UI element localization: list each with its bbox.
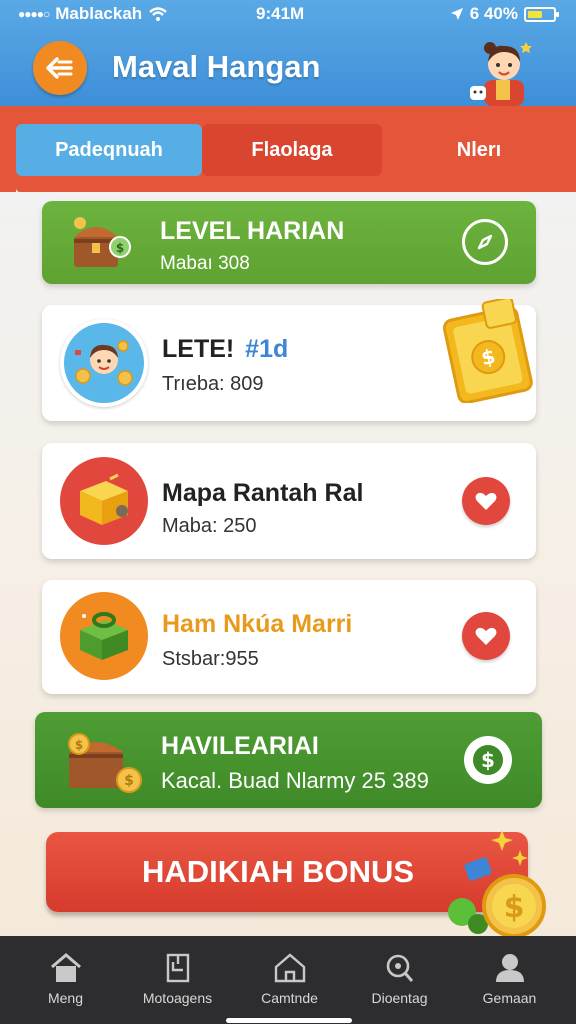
wifi-icon (149, 7, 167, 21)
havilearia-card[interactable]: $ $ HAVILEARIAI Kacal. Buad Nlarmy 25 38… (35, 712, 542, 808)
card-subtitle: Maba: 250 (162, 515, 257, 537)
card-subtitle: Mabaı 308 (160, 253, 250, 274)
svg-text:$: $ (504, 890, 525, 925)
carrier-label: Mablackah (55, 4, 143, 23)
ham-nkua-card[interactable]: Ham Nkúa Marri Stsbar:955 (42, 580, 536, 694)
status-right: 6 40% (450, 4, 559, 24)
nav-item-home[interactable]: Meng (8, 936, 123, 1024)
tab-bar: Padeqnuah Flaolaga Nlerı (0, 106, 576, 192)
signal-icon: ●●●●○ (18, 7, 50, 21)
location-arrow-icon (450, 8, 463, 20)
svg-text:$: $ (116, 241, 124, 255)
nav-label: Dioentag (371, 990, 428, 1006)
coins-sparkle-icon: $ (448, 830, 546, 938)
status-time: 9:41M (256, 4, 305, 23)
card-title: HAVILEARIAI (161, 732, 319, 760)
nav-label: Meng (47, 990, 84, 1006)
card-title-tag: #1d (245, 335, 289, 363)
level-harian-card[interactable]: $ LEVEL HARIAN Mabaı 308 (42, 201, 536, 284)
tab-nleri[interactable]: Nlerı (382, 124, 576, 176)
green-gift-icon (60, 592, 148, 680)
nav-item-camtnde[interactable]: Camtnde (232, 936, 347, 1024)
inbox-icon (166, 953, 189, 983)
card-subtitle: Kacal. Buad Nlarmy 25 389 (161, 768, 429, 793)
svg-text:$: $ (75, 738, 83, 752)
status-left: ●●●●○ Mablackah (18, 4, 168, 24)
search-icon (386, 954, 413, 982)
card-subtitle: Stsbar:955 (162, 648, 259, 670)
house-outline-icon (274, 953, 305, 983)
avatar-coins-icon (60, 319, 148, 407)
battery-percent: 6 40% (469, 4, 518, 23)
nav-item-search[interactable]: Dioentag (342, 936, 457, 1024)
heart-icon (475, 627, 497, 645)
svg-text:$: $ (481, 748, 495, 772)
page-title: Maval Hangan (112, 49, 321, 84)
card-title: Mapa Rantah Ral (162, 479, 364, 507)
nav-label: Camtnde (261, 990, 318, 1006)
home-indicator (226, 1018, 352, 1023)
heart-icon (475, 492, 497, 510)
mapa-rantah-card[interactable]: Mapa Rantah Ral Maba: 250 (42, 443, 536, 559)
card-title: Ham Nkúa Marri (162, 610, 353, 638)
tab-flaolaga[interactable]: Flaolaga (202, 124, 382, 176)
card-title: LETE! #1d (162, 335, 289, 363)
dollar-badge-icon: $ (473, 745, 503, 775)
status-bar: ●●●●○ Mablackah 9:41M 6 40% (0, 0, 576, 28)
card-subtitle: Trıeba: 809 (162, 373, 264, 395)
gift-box-icon (60, 457, 148, 545)
compass-button[interactable] (462, 219, 508, 265)
compass-icon (477, 234, 493, 250)
home-icon (50, 953, 81, 982)
cash-button[interactable]: $ (464, 736, 512, 784)
profile-icon (495, 954, 524, 982)
lete-card[interactable]: LETE! #1d Trıeba: 809 $ (42, 299, 536, 421)
nav-label: Motoagens (142, 990, 213, 1006)
mascot-avatar-icon (470, 42, 532, 106)
back-button[interactable] (33, 41, 87, 95)
battery-icon (524, 6, 559, 22)
svg-text:$: $ (124, 773, 134, 789)
card-title: LEVEL HARIAN (160, 217, 345, 245)
favorite-button[interactable] (462, 477, 510, 525)
coupon-ticket-icon[interactable]: $ (440, 299, 536, 403)
nav-item-messages[interactable]: Motoagens (120, 936, 235, 1024)
favorite-button[interactable] (462, 612, 510, 660)
nav-item-profile[interactable]: Gemaan (452, 936, 567, 1024)
treasure-chest-icon: $ (74, 217, 131, 267)
app-header: ●●●●○ Mablackah 9:41M 6 40% Maval Hangan (0, 0, 576, 106)
nav-label: Gemaan (482, 990, 537, 1006)
back-arrow-icon (46, 57, 73, 79)
tab-padeqnuah[interactable]: Padeqnuah (16, 124, 202, 176)
bottom-nav: Meng Motoagens Camtnde Dioentag Gemaan (0, 936, 576, 1024)
chest-coins-icon: $ $ (68, 733, 142, 793)
